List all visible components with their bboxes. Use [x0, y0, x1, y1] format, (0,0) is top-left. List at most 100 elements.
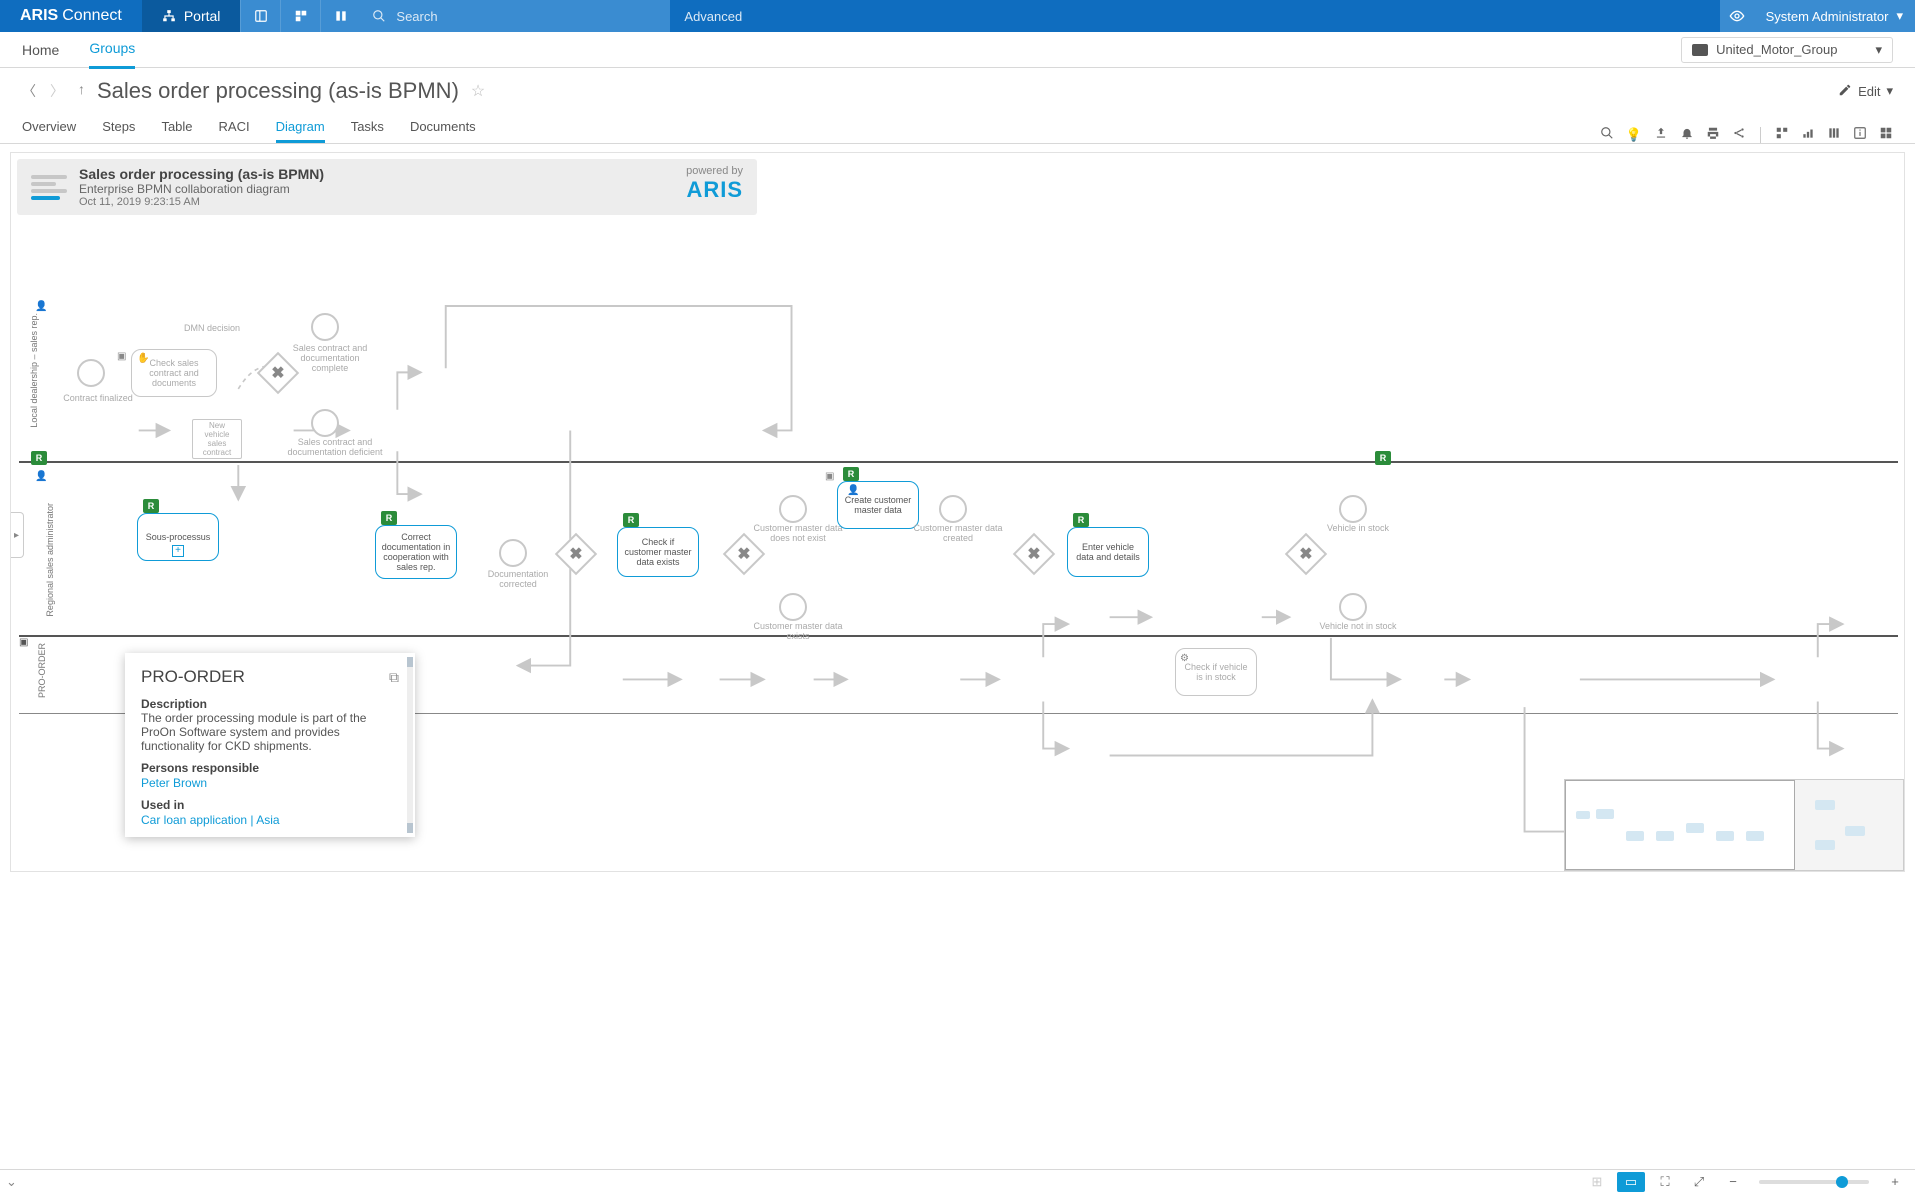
powered-by-label: powered by [686, 165, 743, 177]
person-icon: 👤 [847, 485, 859, 496]
edit-button[interactable]: Edit ▾ [1838, 83, 1893, 100]
tool-icon-3[interactable] [1827, 126, 1841, 143]
intermediate-event[interactable] [311, 313, 339, 341]
visibility-toggle[interactable] [1720, 0, 1754, 32]
subprocess-sous[interactable]: Sous-processus + [137, 513, 219, 561]
popup-used-label: Used in [141, 798, 399, 812]
search-box[interactable] [360, 0, 670, 32]
raci-flag: R [143, 499, 159, 513]
nav-home[interactable]: Home [22, 32, 59, 68]
thumb-icon [31, 175, 67, 200]
tabs: Overview Steps Table RACI Diagram Tasks … [22, 113, 476, 143]
forward-button: 〉 [50, 81, 64, 101]
grid-icon[interactable] [1879, 126, 1893, 143]
diagram-stage[interactable]: ▸ Sales order processing (as-is BPMN) En… [10, 152, 1905, 872]
document-artifact[interactable]: New vehicle sales contract [192, 419, 242, 459]
nav-icon-2[interactable] [280, 0, 320, 32]
breadcrumb-nav: 〈 〉 ↑ [22, 81, 85, 101]
task-check-stock[interactable]: ⚙ Check if vehicle is in stock [1175, 648, 1257, 696]
diagram-canvas[interactable]: Local dealership – sales rep. Regional s… [17, 223, 1898, 865]
zoom-knob[interactable] [1836, 1176, 1848, 1188]
intermediate-event[interactable] [1339, 495, 1367, 523]
pencil-icon [1838, 83, 1852, 100]
intermediate-event[interactable] [311, 409, 339, 437]
advanced-search-link[interactable]: Advanced [670, 0, 756, 32]
minimap-viewport[interactable] [1565, 780, 1795, 870]
upload-icon[interactable] [1654, 126, 1668, 143]
manual-icon: ✋ [137, 353, 149, 364]
zoom-out[interactable]: − [1719, 1172, 1747, 1192]
intermediate-event[interactable] [939, 495, 967, 523]
label-in-stock: Vehicle in stock [1313, 523, 1403, 533]
aris-logo: ARIS [686, 177, 743, 203]
minimap[interactable] [1564, 779, 1904, 871]
person-link[interactable]: Peter Brown [141, 776, 207, 790]
expand-icon[interactable]: ⧉ [389, 669, 399, 686]
tab-table[interactable]: Table [161, 113, 192, 143]
task-enter-vehicle[interactable]: Enter vehicle data and details [1067, 527, 1149, 577]
up-button[interactable]: ↑ [78, 81, 85, 101]
system-icon: ▣ [825, 471, 834, 482]
used-in-link[interactable]: Car loan application | Asia [141, 813, 280, 827]
tab-documents[interactable]: Documents [410, 113, 476, 143]
user-menu[interactable]: System Administrator ▾ [1754, 0, 1915, 32]
popup-desc-label: Description [141, 697, 399, 711]
system-icon: ▣ [117, 351, 126, 362]
zoom-slider[interactable] [1759, 1180, 1869, 1184]
tab-tasks[interactable]: Tasks [351, 113, 384, 143]
start-event[interactable] [77, 359, 105, 387]
share-icon[interactable] [1732, 126, 1746, 143]
intermediate-event[interactable] [779, 495, 807, 523]
info-icon[interactable] [1853, 126, 1867, 143]
footer-tool-highlight[interactable]: ▭ [1617, 1172, 1645, 1192]
top-bar: ARIS Connect Portal Advanced System Admi… [0, 0, 1915, 32]
task-check-master-data[interactable]: Check if customer master data exists [617, 527, 699, 577]
tool-icon-1[interactable] [1775, 126, 1789, 143]
scrollbar[interactable] [407, 657, 413, 833]
footer-expand-icon[interactable]: ⤢ [1685, 1172, 1713, 1192]
popup-persons-label: Persons responsible [141, 761, 399, 775]
zoom-in[interactable]: + [1881, 1172, 1909, 1192]
footer-fit-icon[interactable]: ⛶ [1651, 1172, 1679, 1192]
nav-icon-1[interactable] [240, 0, 280, 32]
footer-expand[interactable]: ⌄ [6, 1174, 17, 1190]
diagram-title: Sales order processing (as-is BPMN) [79, 166, 324, 182]
database-icon [1692, 44, 1708, 56]
nav-icon-3[interactable] [320, 0, 360, 32]
portal-button[interactable]: Portal [142, 0, 241, 32]
favorite-toggle[interactable]: ☆ [471, 81, 485, 101]
tab-diagram[interactable]: Diagram [276, 113, 325, 143]
caret-down-icon: ▾ [1896, 8, 1903, 24]
bulb-icon[interactable]: 💡 [1626, 127, 1642, 143]
raci-flag: R [843, 467, 859, 481]
tool-icon-2[interactable] [1801, 126, 1815, 143]
page-title: Sales order processing (as-is BPMN) [97, 78, 459, 104]
sitemap-icon [162, 9, 176, 23]
org-selector[interactable]: United_Motor_Group ▾ [1681, 37, 1893, 63]
intermediate-event[interactable] [779, 593, 807, 621]
bell-icon[interactable] [1680, 126, 1694, 143]
popup-desc: The order processing module is part of t… [141, 711, 399, 753]
tab-steps[interactable]: Steps [102, 113, 135, 143]
brand: ARIS Connect [0, 0, 142, 32]
footer-tool-1[interactable]: ⊞ [1583, 1172, 1611, 1192]
popup-title: PRO-ORDER [141, 667, 245, 687]
back-button[interactable]: 〈 [22, 81, 36, 101]
intermediate-event[interactable] [499, 539, 527, 567]
intermediate-event[interactable] [1339, 593, 1367, 621]
label-exists: Customer master data exists [753, 621, 843, 641]
raci-flag: R [381, 511, 397, 525]
label-not-stock: Vehicle not in stock [1313, 621, 1403, 631]
search-input[interactable] [394, 8, 658, 25]
tab-raci[interactable]: RACI [219, 113, 250, 143]
diagram-header-card: Sales order processing (as-is BPMN) Ente… [17, 159, 757, 215]
task-correct-doc[interactable]: Correct documentation in cooperation wit… [375, 525, 457, 579]
tab-overview[interactable]: Overview [22, 113, 76, 143]
nav-groups[interactable]: Groups [89, 30, 135, 69]
footer-bar: ⌄ ⊞ ▭ ⛶ ⤢ − + [0, 1169, 1915, 1193]
search-diagram-icon[interactable] [1600, 126, 1614, 143]
print-icon[interactable] [1706, 126, 1720, 143]
label-contract-finalized: Contract finalized [53, 393, 143, 403]
search-icon [372, 9, 386, 23]
brand-bold: ARIS [20, 7, 58, 25]
